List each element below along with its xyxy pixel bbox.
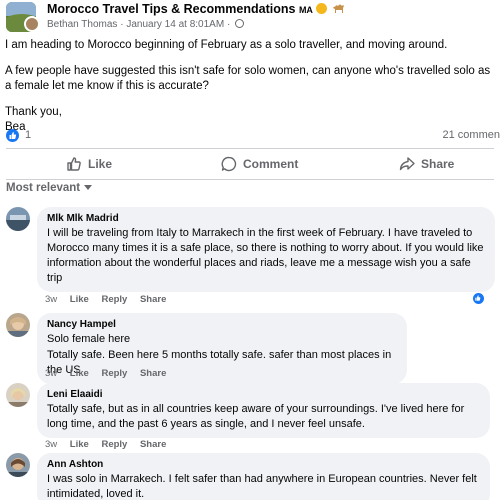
reactions-summary: 1 21 commen [6,128,500,144]
comment-time[interactable]: 3w [45,294,57,305]
comment-text: I will be traveling from Italy to Marrak… [47,227,484,284]
speech-bubble-icon [221,156,237,172]
post-header: Morocco Travel Tips & Recommendations MA… [6,0,500,34]
like-reaction-icon[interactable] [6,129,19,142]
commenter-avatar[interactable] [6,453,30,477]
comment-button-label: Comment [243,157,299,171]
comment-actions: 3w Like Reply Share [45,439,176,450]
country-badge: MA [298,5,313,15]
reaction-count[interactable]: 1 [25,129,31,141]
commenter-avatar[interactable] [6,207,30,231]
author-name[interactable]: Bethan Thomas [47,19,117,30]
smiley-emoji-icon [315,3,327,14]
author-avatar[interactable] [24,16,40,32]
post-paragraph: I am heading to Morocco beginning of Feb… [5,39,448,51]
comment-bubble: Leni Elaaidi Totally safe, but as in all… [37,383,490,438]
comment-button[interactable]: Comment [221,154,298,174]
comment-reply-button[interactable]: Reply [101,439,127,450]
comment-reply-button[interactable]: Reply [101,368,127,379]
comment-time[interactable]: 3w [45,439,57,450]
comment-like-button[interactable]: Like [70,439,89,450]
sort-label: Most relevant [6,182,81,194]
group-name[interactable]: Morocco Travel Tips & Recommendations MA [47,2,345,16]
comment-sort-dropdown[interactable]: Most relevant [6,182,93,194]
post-meta: Bethan Thomas · January 14 at 8:01AM · [47,19,245,30]
commenter-avatar[interactable] [6,313,30,337]
comment-actions: 3w Like Reply Share [45,294,176,305]
divider [6,148,494,149]
commenter-name[interactable]: Mlk Mlk Madrid [47,212,485,225]
comment-like-reaction-icon[interactable] [472,292,485,305]
divider [6,179,494,180]
comment-share-button[interactable]: Share [140,368,166,379]
group-name-text[interactable]: Morocco Travel Tips & Recommendations [47,2,295,16]
camel-emoji-icon [332,4,344,13]
chevron-down-icon [84,185,93,190]
commenter-avatar[interactable] [6,383,30,407]
comment-text: Solo female here [47,333,131,345]
comment-reply-button[interactable]: Reply [101,294,127,305]
comment-bubble: Mlk Mlk Madrid I will be traveling from … [37,207,495,292]
share-arrow-icon [399,157,415,171]
globe-icon [235,19,245,28]
thumbs-up-icon [67,157,81,171]
post-paragraph: A few people have suggested this isn't s… [5,65,491,92]
comment-like-button[interactable]: Like [70,294,89,305]
share-button[interactable]: Share [399,154,454,174]
post-actions-bar: Like Comment Share [0,150,500,178]
comment-actions: 3w Like Reply Share [45,368,176,379]
comment-count[interactable]: 21 commen [443,129,500,141]
commenter-name[interactable]: Leni Elaaidi [47,388,480,401]
comment-time[interactable]: 3w [45,368,57,379]
comment-text: Totally safe, but as in all countries ke… [47,403,465,430]
like-button-label: Like [88,157,113,171]
comment-share-button[interactable]: Share [140,294,166,305]
comment-like-button[interactable]: Like [70,368,89,379]
commenter-name[interactable]: Nancy Hampel [47,318,397,331]
comment-share-button[interactable]: Share [140,439,166,450]
comment-text: I was solo in Marrakech. I felt safer th… [47,473,477,500]
share-button-label: Share [421,157,455,171]
like-button[interactable]: Like [66,154,112,174]
post-timestamp[interactable]: January 14 at 8:01AM [126,19,224,30]
post-body: I am heading to Morocco beginning of Feb… [5,38,495,135]
comment-bubble: Ann Ashton I was solo in Marrakech. I fe… [37,453,490,500]
commenter-name[interactable]: Ann Ashton [47,458,480,471]
